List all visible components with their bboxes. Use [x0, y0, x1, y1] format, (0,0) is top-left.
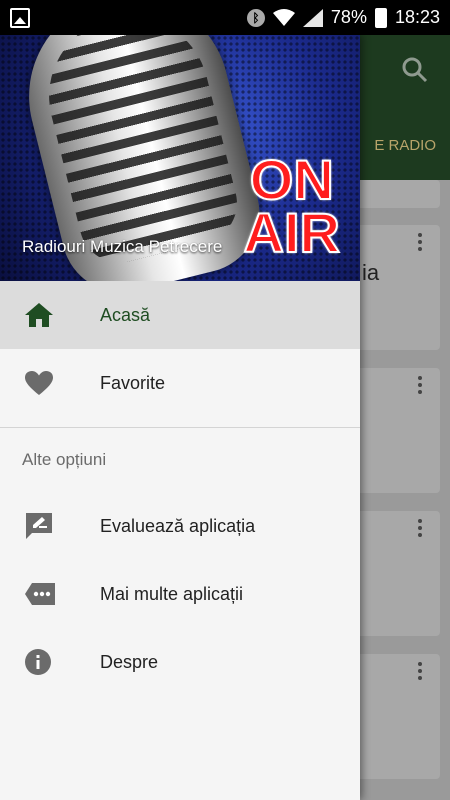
status-bar: ᛒ 78% 18:23	[0, 0, 450, 35]
overflow-menu-icon[interactable]	[418, 662, 422, 680]
home-icon	[0, 302, 100, 328]
rate-icon	[0, 512, 100, 540]
battery-icon	[374, 7, 387, 28]
navigation-drawer: ON AIR Radiouri Muzica Petrecere Acasă F…	[0, 35, 360, 800]
menu-item-label: Mai multe aplicații	[100, 583, 244, 604]
menu-item-acasa[interactable]: Acasă	[0, 281, 360, 349]
overflow-menu-icon[interactable]	[418, 519, 422, 537]
wifi-icon	[272, 8, 295, 26]
heart-icon	[0, 370, 100, 396]
overflow-menu-icon[interactable]	[418, 233, 422, 251]
gallery-icon	[10, 7, 30, 28]
section-title: Alte opțiuni	[22, 450, 107, 469]
drawer-menu: Acasă Favorite Alte opțiuni Evaluează ap…	[0, 281, 360, 696]
clock: 18:23	[394, 7, 440, 27]
menu-item-favorite[interactable]: Favorite	[0, 349, 360, 417]
menu-item-label: Acasă	[100, 304, 151, 325]
battery-percent: 78%	[330, 7, 367, 27]
card-title-partial: ia	[362, 260, 380, 285]
menu-item-despre[interactable]: Despre	[0, 628, 360, 696]
signal-icon	[302, 8, 323, 27]
info-icon	[0, 648, 100, 676]
tab-radio[interactable]: E RADIO	[374, 137, 436, 154]
menu-item-mai-multe[interactable]: Mai multe aplicații	[0, 560, 360, 628]
overflow-menu-icon[interactable]	[418, 376, 422, 394]
bluetooth-icon: ᛒ	[246, 8, 265, 27]
menu-item-label: Despre	[100, 651, 159, 672]
menu-item-label: Evaluează aplicația	[100, 515, 256, 536]
drawer-header: ON AIR Radiouri Muzica Petrecere	[0, 35, 360, 281]
menu-item-evalueaza[interactable]: Evaluează aplicația	[0, 492, 360, 560]
more-apps-icon	[0, 582, 100, 606]
drawer-title: Radiouri Muzica Petrecere	[22, 237, 223, 256]
on-air-logo: ON AIR	[243, 148, 341, 265]
search-icon[interactable]	[402, 57, 428, 83]
menu-item-label: Favorite	[100, 372, 166, 393]
